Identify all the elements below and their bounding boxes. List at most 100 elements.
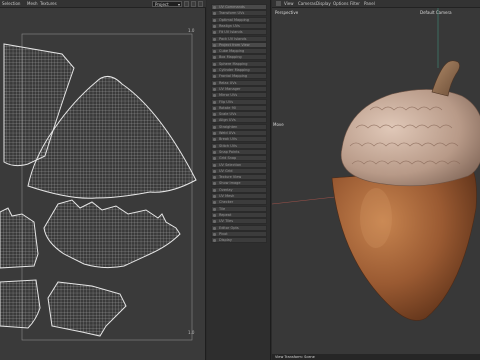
uv-editor-canvas[interactable]: 1.0 1.0	[0, 8, 206, 360]
tool-row[interactable]: Align UVs	[211, 117, 267, 124]
acorn-body-highlight	[360, 188, 392, 248]
menu-view[interactable]: View	[284, 0, 294, 8]
tool-row[interactable]: Straighten	[211, 123, 267, 130]
tool-icon	[213, 226, 216, 230]
acorn-body	[331, 167, 477, 321]
tool-row[interactable]: Texture View	[211, 174, 267, 181]
tool-row-label: Flip UVs	[219, 99, 234, 104]
tool-row[interactable]: UV Manager	[211, 85, 267, 92]
tool-row-label: Scale UVs	[219, 112, 237, 117]
menu-options[interactable]: Options	[333, 0, 348, 8]
menu-cameras[interactable]: Cameras	[298, 0, 316, 8]
tool-row-label: UV Grid	[219, 168, 233, 173]
tool-icon	[213, 157, 216, 161]
tool-row-label: Grid Snap	[219, 156, 237, 161]
tool-row[interactable]: Pack UV Islands	[211, 35, 267, 42]
tool-row-label: UV Selection	[219, 162, 242, 167]
tool-row[interactable]: UV Tiles	[211, 218, 267, 225]
uv-tool-icon[interactable]	[184, 1, 189, 7]
uv-island-body-1	[0, 207, 39, 269]
camera-name-label[interactable]: Default Camera	[420, 10, 452, 15]
tool-icon	[213, 207, 216, 211]
tool-icon	[213, 195, 216, 198]
tool-row[interactable]: Flip UVs	[211, 98, 267, 105]
menu-mesh[interactable]: Mesh	[27, 0, 38, 8]
tool-row[interactable]: Stitch UVs	[211, 142, 267, 149]
uv-tool-icon[interactable]	[191, 1, 196, 7]
tool-row[interactable]: Display	[211, 237, 267, 244]
tool-row-label: Mirror UVs	[219, 93, 238, 98]
menu-panel[interactable]: Panel	[364, 0, 375, 8]
tool-row[interactable]: Cube Mapping	[211, 48, 267, 55]
tool-row[interactable]: Grid Snap	[211, 155, 267, 162]
acorn-cap	[340, 89, 480, 187]
tool-row[interactable]: UV Mesh	[211, 193, 267, 199]
tool-row-label: Relax UVs	[219, 80, 237, 85]
acorn-stem	[431, 60, 460, 97]
tool-row[interactable]: Weld UVs	[211, 130, 267, 136]
tool-row[interactable]: Realign UVs	[211, 22, 267, 29]
view-transform-status: View Transform: Scene	[275, 355, 315, 359]
tool-row[interactable]: Relax UVs	[211, 79, 267, 86]
panel-icon[interactable]	[276, 1, 281, 6]
tool-row-label: Texture View	[219, 175, 242, 180]
tool-row[interactable]: Snap Points	[211, 148, 267, 155]
menu-display[interactable]: Display	[316, 0, 331, 8]
tool-icon	[213, 132, 216, 135]
uv-editor-menubar: Selection Mesh Textures Project ▾	[0, 0, 206, 8]
tool-icon	[213, 106, 216, 110]
tool-row[interactable]: Show Image	[211, 180, 267, 187]
menu-selection[interactable]: Selection	[2, 0, 20, 8]
tool-icon	[213, 56, 216, 60]
tool-row[interactable]: Overlay	[211, 186, 267, 193]
tool-row[interactable]: UV Grid	[211, 167, 267, 174]
tool-row-label: Editor Opts	[219, 225, 239, 230]
tool-row[interactable]: Box Mapping	[211, 54, 267, 61]
projection-select-value: Project	[155, 2, 169, 7]
tool-row[interactable]: Transform UVs	[211, 10, 267, 17]
tool-row[interactable]: Break UVs	[211, 136, 267, 143]
tool-row-label: Break UVs	[219, 137, 237, 142]
tool-row[interactable]: Checker	[211, 199, 267, 206]
tool-row[interactable]: Editor Opts	[211, 224, 267, 231]
tool-row-label: Stitch UVs	[219, 143, 237, 148]
tool-row[interactable]: Pivot	[211, 230, 267, 237]
camera-mode-label: Perspective	[275, 10, 299, 15]
tool-row[interactable]: Tile	[211, 205, 267, 212]
chevron-down-icon: ▾	[177, 2, 180, 7]
tool-row-label: Tile	[219, 206, 226, 211]
tool-icon	[213, 182, 216, 186]
tool-row[interactable]: Rotate 90	[211, 104, 267, 111]
tool-row[interactable]: Repeat	[211, 211, 267, 218]
tool-icon	[213, 232, 216, 236]
tool-row[interactable]: UV Commands	[211, 4, 267, 10]
tool-row[interactable]: Sphere Mapping	[211, 60, 267, 67]
tool-row[interactable]: Optimal Mapping	[211, 16, 267, 23]
tool-icon	[213, 138, 216, 142]
uv-island-body-3	[0, 279, 41, 329]
tool-row-label: Pivot	[219, 231, 228, 236]
tool-icon	[213, 144, 216, 148]
tool-icon	[213, 31, 216, 35]
menu-textures[interactable]: Textures	[40, 0, 57, 8]
tool-icon	[213, 24, 216, 28]
menu-filter[interactable]: Filter	[350, 0, 360, 8]
tool-row-label: Weld UVs	[219, 131, 236, 135]
tool-row-label: UV Commands	[219, 5, 245, 9]
tool-icon	[213, 213, 216, 217]
tool-row[interactable]: Cylinder Mapping	[211, 67, 267, 73]
tool-row[interactable]: UV Selection	[211, 161, 267, 168]
tool-row[interactable]: Scale UVs	[211, 111, 267, 118]
tool-row[interactable]: Project from View	[211, 41, 267, 48]
tool-icon	[213, 100, 216, 104]
uv-bottom-right-marker: 1.0	[188, 330, 195, 335]
tool-row[interactable]: Frontal Mapping	[211, 73, 267, 80]
3d-viewport[interactable]: Perspective Default Camera Move	[272, 8, 480, 354]
tool-icon	[213, 125, 216, 129]
tool-row-label: Rotate 90	[219, 105, 237, 110]
projection-select[interactable]: Project ▾	[152, 1, 182, 7]
tool-row[interactable]: Mirror UVs	[211, 92, 267, 99]
uv-island-body-2	[43, 199, 181, 269]
tool-row[interactable]: Fit UV Islands	[211, 29, 267, 36]
uv-tool-icon[interactable]	[198, 1, 203, 7]
